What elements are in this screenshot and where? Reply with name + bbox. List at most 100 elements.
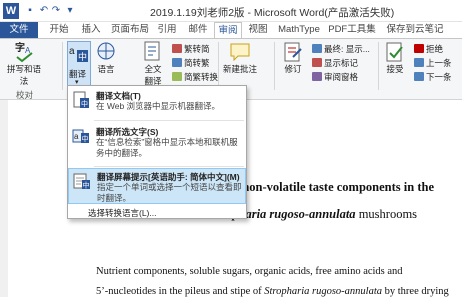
comment-icon bbox=[230, 43, 250, 62]
convert-label: 简繁转换 bbox=[184, 72, 219, 82]
svg-text:a: a bbox=[69, 46, 75, 57]
convert-icon bbox=[172, 44, 182, 53]
menu-item-translate-selection[interactable]: a 中 翻译所选文字(S) 在“信息检索”窗格中显示本地和联机服务中的翻译。 bbox=[68, 124, 246, 164]
redo-icon[interactable]: ↷ bbox=[50, 5, 62, 17]
language-icon bbox=[97, 42, 115, 60]
menu-item-desc: 在 Web 浏览器中显示机器翻译。 bbox=[96, 101, 221, 111]
markup-label: 显示标记 bbox=[324, 58, 359, 68]
reject-button[interactable]: 拒绝 bbox=[414, 43, 443, 55]
ribbon-tabs: 文件 开始 插入 页面布局 引用 邮件 审阅 视图 MathType PDF工具… bbox=[0, 22, 462, 38]
translate-menu: 中 翻译文档(T) 在 Web 浏览器中显示机器翻译。 a 中 翻译所选文字(S… bbox=[67, 85, 247, 219]
translate-button[interactable]: a 中 翻译 ▾ bbox=[67, 41, 91, 89]
fulltext-translate-button[interactable]: 全文 翻译 bbox=[140, 41, 166, 87]
tab-mailings[interactable]: 邮件 bbox=[184, 22, 212, 38]
screentip-translate-icon: 中 bbox=[73, 173, 90, 190]
reviewing-pane-dropdown[interactable]: 审阅窗格 bbox=[312, 71, 358, 83]
convert-label: 繁转简 bbox=[184, 44, 210, 54]
change-label: 上一条 bbox=[426, 58, 452, 68]
menu-separator bbox=[94, 166, 244, 167]
convert-icon bbox=[172, 72, 182, 81]
track-changes-button[interactable]: 修订 bbox=[280, 41, 306, 75]
translate-document-icon: 中 bbox=[73, 91, 89, 108]
accept-icon bbox=[386, 42, 403, 62]
undo-icon[interactable]: ↶ bbox=[38, 5, 50, 17]
menu-item-choose-language[interactable]: 选择转换语言(L)... bbox=[68, 206, 246, 219]
left-margin-strip bbox=[0, 100, 8, 297]
para2-species: Stropharia rugoso-annulata bbox=[264, 286, 383, 297]
reject-icon bbox=[414, 44, 424, 53]
convert-icon bbox=[172, 58, 182, 67]
next-icon bbox=[414, 72, 424, 81]
group-separator bbox=[274, 42, 275, 90]
group-separator bbox=[62, 42, 63, 90]
tab-home[interactable]: 开始 bbox=[44, 22, 74, 38]
track-changes-icon bbox=[284, 42, 302, 62]
show-markup-dropdown[interactable]: 显示标记 bbox=[312, 57, 358, 69]
markup-icon bbox=[312, 58, 322, 67]
tab-pdf-tools[interactable]: PDF工具集 bbox=[326, 22, 378, 38]
tab-page-layout[interactable]: 页面布局 bbox=[108, 22, 152, 38]
svg-text:中: 中 bbox=[81, 99, 88, 108]
convert-label: 简转繁 bbox=[184, 58, 210, 68]
fulltext-label-1: 全文 bbox=[144, 64, 162, 74]
title-bar: W ▪ ↶ ↷ ▾ 2019.1.19刘老师2版 - Microsoft Wor… bbox=[0, 0, 462, 22]
markup-label: 审阅窗格 bbox=[324, 72, 359, 82]
menu-item-desc: 指定一个单词或选择一个短语以查看即时翻译。 bbox=[97, 182, 242, 203]
tab-mathtype[interactable]: MathType bbox=[276, 22, 322, 38]
display-for-review-dropdown[interactable]: 最终: 显示... bbox=[312, 43, 370, 55]
accept-button[interactable]: 接受 bbox=[382, 41, 408, 75]
menu-separator bbox=[94, 120, 244, 121]
change-label: 拒绝 bbox=[426, 44, 444, 54]
doc-paragraph-line2: 5’-nucleotides in the pileus and stipe o… bbox=[96, 286, 449, 297]
spelling-grammar-button[interactable]: 字 A 拼写和语法 bbox=[4, 41, 44, 87]
document-translate-icon bbox=[144, 41, 160, 61]
simplified-to-traditional-button[interactable]: 简转繁 bbox=[172, 57, 210, 69]
doc-title-line2-rest: mushrooms bbox=[355, 207, 418, 221]
tab-view[interactable]: 视图 bbox=[244, 22, 272, 38]
translate-icon: a 中 bbox=[69, 46, 88, 62]
menu-item-desc: 在“信息检索”窗格中显示本地和联机服务中的翻译。 bbox=[96, 137, 238, 158]
group-separator bbox=[218, 42, 219, 90]
traditional-to-simplified-button[interactable]: 繁转简 bbox=[172, 43, 210, 55]
chinese-conversion-button[interactable]: 简繁转换 bbox=[172, 71, 218, 83]
new-comment-label: 新建批注 bbox=[222, 64, 257, 74]
group-separator bbox=[378, 42, 379, 90]
accept-label: 接受 bbox=[386, 64, 404, 74]
previous-icon bbox=[414, 58, 424, 67]
tab-cloud-notes[interactable]: 保存到云笔记 bbox=[384, 22, 446, 38]
tab-file[interactable]: 文件 bbox=[0, 22, 38, 38]
change-label: 下一条 bbox=[426, 72, 452, 82]
spelling-label: 拼写和语法 bbox=[6, 64, 41, 86]
tab-references[interactable]: 引用 bbox=[154, 22, 180, 38]
svg-text:字: 字 bbox=[15, 41, 25, 54]
customize-qat-icon[interactable]: ▾ bbox=[64, 5, 76, 17]
save-icon[interactable]: ▪ bbox=[24, 5, 36, 17]
doc-title-line2: opharia rugoso-annulata mushrooms bbox=[226, 207, 417, 222]
doc-paragraph-line1: Nutrient components, soluble sugars, org… bbox=[96, 266, 403, 277]
para2-start: 5’-nucleotides in the pileus and stipe o… bbox=[96, 286, 265, 297]
svg-text:中: 中 bbox=[83, 181, 90, 190]
next-change-button[interactable]: 下一条 bbox=[414, 71, 452, 83]
menu-item-translate-document[interactable]: 中 翻译文档(T) 在 Web 浏览器中显示机器翻译。 bbox=[68, 88, 246, 118]
spelling-icon: 字 A bbox=[15, 41, 33, 63]
language-label: 语言 bbox=[97, 64, 115, 74]
doc-title-line1: on non-volatile taste components in the bbox=[226, 180, 434, 194]
word-logo-icon[interactable]: W bbox=[3, 3, 19, 19]
svg-text:中: 中 bbox=[78, 51, 87, 62]
markup-label: 最终: 显示... bbox=[324, 44, 370, 54]
window-title: 2019.1.19刘老师2版 - Microsoft Word(产品激活失败) bbox=[150, 7, 395, 19]
track-label: 修订 bbox=[284, 64, 302, 74]
svg-text:a: a bbox=[74, 132, 79, 141]
tab-review[interactable]: 审阅 bbox=[214, 22, 242, 38]
svg-text:中: 中 bbox=[82, 134, 89, 143]
para2-end: by three drying bbox=[382, 286, 449, 297]
markup-icon bbox=[312, 72, 322, 81]
menu-item-translate-screentip[interactable]: 中 翻译屏幕提示[英语助手: 简体中文](M) 指定一个单词或选择一个短语以查看… bbox=[68, 168, 246, 204]
tab-insert[interactable]: 插入 bbox=[76, 22, 106, 38]
menu-item-title: 选择转换语言(L)... bbox=[88, 208, 157, 218]
markup-icon bbox=[312, 44, 322, 53]
language-button[interactable]: 语言 bbox=[94, 41, 118, 75]
translate-selection-icon: a 中 bbox=[72, 129, 89, 143]
previous-change-button[interactable]: 上一条 bbox=[414, 57, 452, 69]
new-comment-button[interactable]: 新建批注 bbox=[222, 41, 258, 75]
